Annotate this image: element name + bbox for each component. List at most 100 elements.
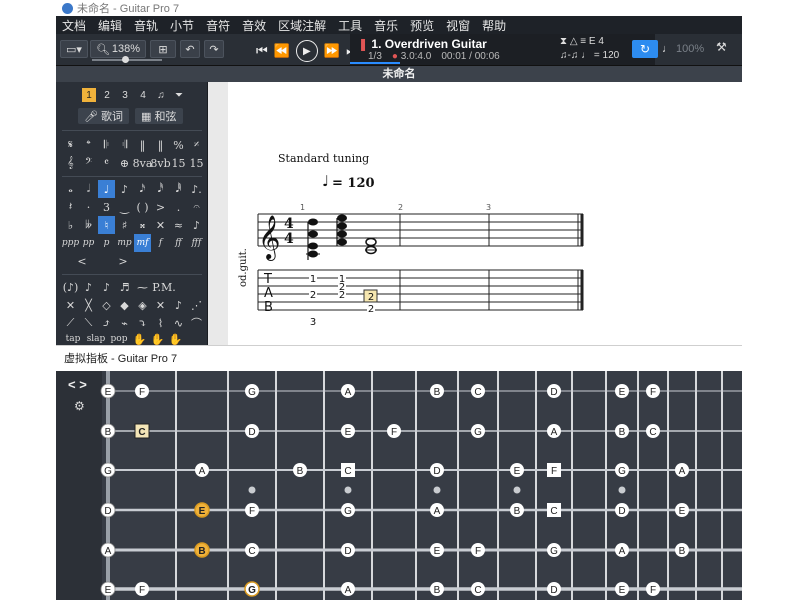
fret-note-s2-f3[interactable]: D xyxy=(245,424,259,438)
open-string-5[interactable]: E xyxy=(100,581,116,597)
volume-control[interactable]: ♩ 100% xyxy=(662,40,710,58)
fret-note-s6-f8[interactable]: C xyxy=(471,582,485,596)
dynamic-ff-button[interactable]: ff xyxy=(170,234,187,252)
fret-note-s4-f3[interactable]: F xyxy=(245,503,259,517)
fret-note-s4-f2[interactable]: E xyxy=(194,502,210,518)
chords-button[interactable]: ▦ 和弦 xyxy=(135,108,183,124)
triplet-icon[interactable]: 3 xyxy=(98,198,115,216)
dead-note-icon[interactable]: ✕ xyxy=(152,216,169,234)
fret-note-s1-f1[interactable]: F xyxy=(135,384,149,398)
open-string-0[interactable]: E xyxy=(100,383,116,399)
lyrics-button[interactable]: 🎤︎ 歌词 xyxy=(78,108,130,124)
fret-note-s2-f10[interactable]: A xyxy=(547,424,561,438)
thirtysecond-note-icon[interactable]: 𝅘𝅥𝅰 xyxy=(152,180,169,198)
rest-icon[interactable]: 𝄽 xyxy=(62,198,79,216)
ottava-bassa-icon[interactable]: 8vb xyxy=(150,154,170,172)
harmonic-x-icon[interactable]: ╳ xyxy=(80,296,97,314)
repeat-end-icon[interactable]: 𝄇 xyxy=(116,136,133,154)
fret-note-s4-f5[interactable]: G xyxy=(341,503,355,517)
menu-item-5[interactable]: 音效 xyxy=(242,17,266,34)
natural-icon[interactable]: ♮ xyxy=(98,216,115,234)
double-simile-icon[interactable]: 𝄎 xyxy=(188,136,205,154)
fermata-icon[interactable]: 𝄐 xyxy=(188,198,205,216)
fret-note-s2-f6[interactable]: F xyxy=(387,424,401,438)
fret-note-s4-f7[interactable]: A xyxy=(430,503,444,517)
fret-note-s3-f7[interactable]: D xyxy=(430,463,444,477)
menu-item-10[interactable]: 视窗 xyxy=(446,17,470,34)
segno-icon[interactable]: 𝄋 xyxy=(62,136,79,154)
document-tab[interactable]: 未命名 xyxy=(56,66,742,82)
tab-num-c1-3[interactable]: 3 xyxy=(310,317,316,328)
fret-note-s5-f14[interactable]: B xyxy=(675,543,689,557)
fret-note-s4-f14[interactable]: E xyxy=(675,503,689,517)
fret-note-s2-f12[interactable]: B xyxy=(615,424,629,438)
fret-note-s3-f12[interactable]: G xyxy=(615,463,629,477)
dynamic-ppp-button[interactable]: ppp xyxy=(62,234,79,252)
grace-icon[interactable]: ♪ xyxy=(188,216,205,234)
pinch-icon[interactable]: ✕ xyxy=(152,296,169,314)
layout-button[interactable]: ⊞ xyxy=(150,40,176,58)
fret-note-s5-f10[interactable]: G xyxy=(547,543,561,557)
tab-num-c3-2[interactable]: 2 xyxy=(368,304,374,315)
fret-note-s4-f9[interactable]: B xyxy=(510,503,524,517)
let-ring-icon[interactable]: ⁓ xyxy=(134,278,151,296)
fret-note-s5-f2[interactable]: B xyxy=(194,542,210,558)
dotted-note-icon[interactable]: ♪. xyxy=(188,180,205,198)
fret-note-s6-f10[interactable]: D xyxy=(547,582,561,596)
dynamic-p-button[interactable]: p xyxy=(98,234,115,252)
simile-icon[interactable]: % xyxy=(170,136,187,154)
trill-icon[interactable]: ♪ xyxy=(98,278,115,296)
chord-icon[interactable]: ♪ xyxy=(170,296,187,314)
treble-clef-icon[interactable]: 𝄞 xyxy=(62,154,79,172)
dynamic-f-button[interactable]: f xyxy=(152,234,169,252)
menu-item-11[interactable]: 帮助 xyxy=(482,17,506,34)
fret-note-s6-f1[interactable]: F xyxy=(135,582,149,596)
multivoice-icon[interactable]: ♫ xyxy=(154,88,168,102)
half-note-icon[interactable]: 𝅗𝅥 xyxy=(80,180,97,198)
voice-2-button[interactable]: 2 xyxy=(100,88,114,102)
fret-note-s2-f8[interactable]: G xyxy=(471,424,485,438)
menu-item-3[interactable]: 小节 xyxy=(170,17,194,34)
fret-note-s3-f2[interactable]: A xyxy=(195,463,209,477)
flat-icon[interactable]: ♭ xyxy=(62,216,79,234)
tab-num-c1-1[interactable]: 1 xyxy=(310,274,316,285)
fret-note-s6-f7[interactable]: B xyxy=(430,582,444,596)
fret-note-s3-f4[interactable]: B xyxy=(293,463,307,477)
ghost-note-icon[interactable]: (♪) xyxy=(62,278,79,296)
play-button[interactable]: ▶ xyxy=(295,40,318,62)
fret-note-s3-f5[interactable]: C xyxy=(341,463,355,477)
voice-4-button[interactable]: 4 xyxy=(136,88,150,102)
palm-mute-icon[interactable]: P.M. xyxy=(152,278,176,296)
settings-wrench-icon[interactable]: ⚒ xyxy=(716,40,727,54)
accent-icon[interactable]: > xyxy=(152,198,169,216)
dot-icon[interactable]: · xyxy=(80,198,97,216)
eighth-note-icon[interactable]: ♪ xyxy=(116,180,133,198)
zoom-slider[interactable] xyxy=(92,56,162,63)
tie-icon[interactable]: ‿ xyxy=(116,198,133,216)
dynamic-mp-button[interactable]: mp xyxy=(116,234,133,252)
fret-note-s1-f10[interactable]: D xyxy=(547,384,561,398)
fret-note-s2-f1[interactable]: C xyxy=(134,423,150,439)
dead-x-icon[interactable]: ✕ xyxy=(62,296,79,314)
fret-note-s5-f8[interactable]: F xyxy=(471,543,485,557)
sweep-icon[interactable]: ⌒ xyxy=(188,314,205,332)
rake-icon[interactable]: ⋰ xyxy=(188,296,205,314)
fret-note-s2-f13[interactable]: C xyxy=(646,424,660,438)
double-flat-icon[interactable]: 𝄫 xyxy=(80,216,97,234)
fret-note-s1-f13[interactable]: F xyxy=(646,384,660,398)
decrescendo-icon[interactable]: > xyxy=(103,252,143,270)
coda-small-icon[interactable]: ⊕ xyxy=(116,154,133,172)
fret-note-s3-f9[interactable]: E xyxy=(510,463,524,477)
fret-note-s3-f14[interactable]: A xyxy=(675,463,689,477)
menu-item-0[interactable]: 文档 xyxy=(62,17,86,34)
redo-button[interactable]: ↷ xyxy=(204,40,224,58)
vibrato-icon[interactable]: ≈ xyxy=(170,216,187,234)
rewind-button[interactable]: ⏪ xyxy=(274,43,290,59)
sixteenth-note-icon[interactable]: 𝅘𝅥𝅯 xyxy=(134,180,151,198)
fret-note-s6-f12[interactable]: E xyxy=(615,582,629,596)
dynamic-fff-button[interactable]: fff xyxy=(188,234,205,252)
coda-icon[interactable]: 𝄌 xyxy=(80,136,97,154)
bass-clef-icon[interactable]: 𝄢 xyxy=(80,154,97,172)
fret-note-s6-f13[interactable]: F xyxy=(646,582,660,596)
open-string-1[interactable]: B xyxy=(100,423,116,439)
